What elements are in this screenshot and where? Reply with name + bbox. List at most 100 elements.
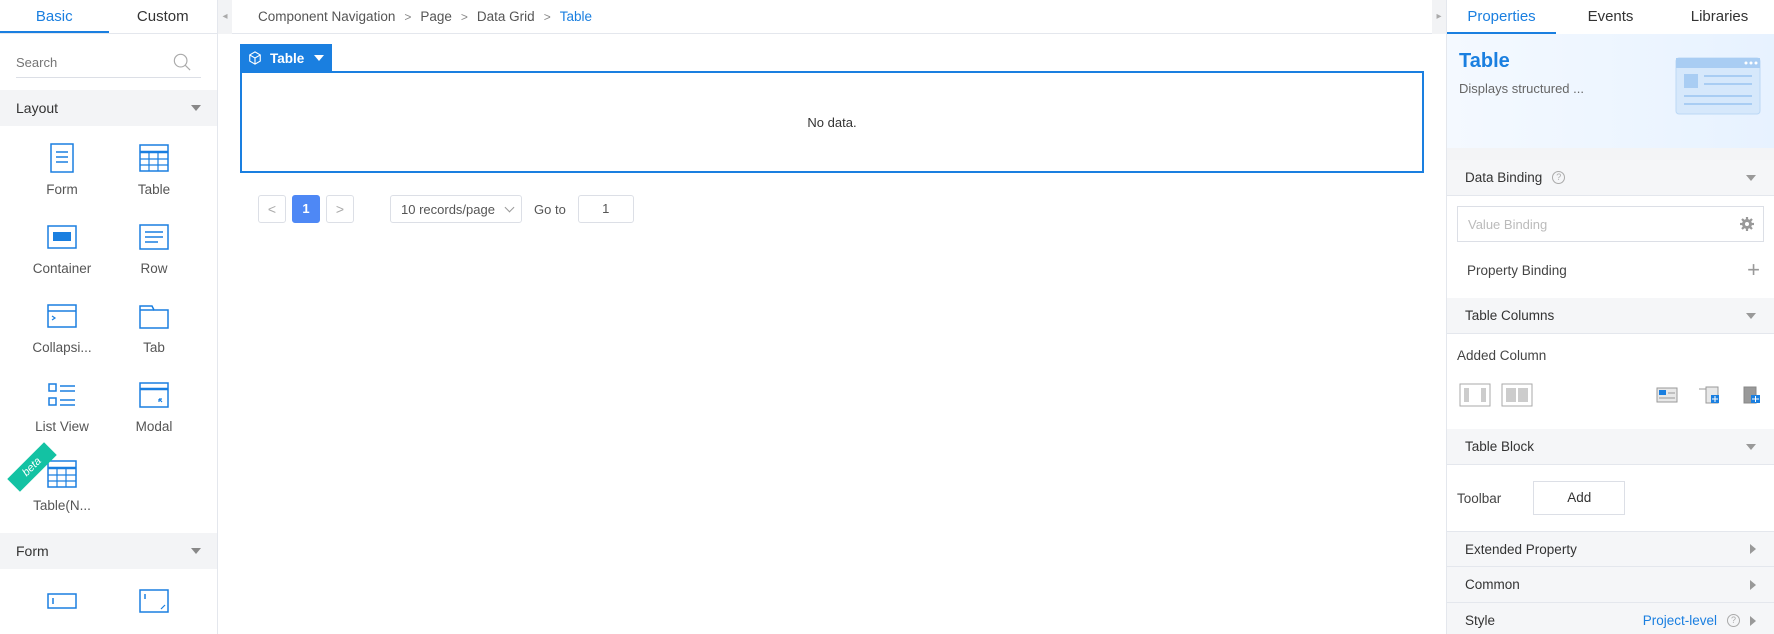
prev-page-button[interactable]: < — [258, 195, 286, 223]
component-form[interactable]: Form — [16, 138, 108, 203]
help-icon[interactable]: ? — [1552, 171, 1566, 184]
modal-icon — [139, 382, 169, 408]
page-size-select[interactable]: 10 records/page — [390, 195, 522, 223]
component-tab[interactable]: Tab — [108, 296, 200, 361]
gear-icon[interactable] — [1739, 216, 1755, 232]
page-button[interactable]: 1 — [292, 195, 320, 223]
component-input[interactable] — [16, 581, 108, 634]
app-root: Basic Custom Layout Form Table — [0, 0, 1774, 634]
component-label: Modal — [135, 419, 173, 434]
breadcrumb-item[interactable]: Component Navigation — [258, 9, 395, 24]
plus-icon[interactable]: + — [1747, 257, 1760, 283]
collapse-left-icon[interactable]: ◂ — [218, 0, 232, 34]
breadcrumb-item[interactable]: Data Grid — [477, 9, 535, 24]
selected-component-tag[interactable]: Table — [240, 44, 333, 72]
container-icon — [47, 225, 77, 249]
search-input[interactable] — [16, 48, 166, 76]
style-level-link[interactable]: Project-level — [1643, 613, 1717, 628]
component-modal[interactable]: Modal — [108, 375, 200, 440]
component-container[interactable]: Container — [16, 217, 108, 282]
component-label: Table(N... — [33, 498, 91, 513]
group-form-header[interactable]: Form — [0, 533, 217, 569]
table-illustration-icon — [1675, 57, 1761, 115]
tab-events[interactable]: Events — [1556, 0, 1665, 34]
table-component[interactable]: No data. — [240, 71, 1424, 173]
component-table[interactable]: Table — [108, 138, 200, 203]
chevron-right-icon: > — [460, 9, 468, 24]
value-binding-field[interactable]: Value Binding — [1457, 206, 1764, 242]
chevron-right-icon — [1750, 615, 1756, 626]
component-label: Table — [137, 182, 171, 197]
component-textarea[interactable] — [108, 581, 200, 634]
tab-custom[interactable]: Custom — [109, 0, 218, 33]
collapse-icon — [47, 304, 77, 328]
empty-text: No data. — [807, 114, 857, 130]
add-column-end-icon[interactable] — [1740, 386, 1762, 404]
section-table-block[interactable]: Table Block — [1447, 429, 1774, 465]
collapse-right-icon[interactable]: ▸ — [1432, 0, 1446, 34]
chevron-down-icon — [1746, 312, 1756, 319]
tab-basic[interactable]: Basic — [0, 0, 109, 33]
toolbar-label: Toolbar — [1457, 490, 1502, 506]
table-icon — [139, 144, 169, 172]
breadcrumb-item[interactable]: Page — [420, 9, 452, 24]
add-column-after-icon[interactable] — [1698, 386, 1720, 404]
page-size-value: 10 records/page — [401, 201, 495, 217]
component-collapse[interactable]: Collapsi... — [16, 296, 108, 361]
left-tabs: Basic Custom — [0, 0, 217, 34]
input-icon — [47, 593, 77, 609]
tab-properties[interactable]: Properties — [1447, 0, 1556, 34]
column-checkbox-icon[interactable] — [1656, 386, 1678, 404]
component-label: Collapsi... — [32, 340, 92, 355]
component-hero: Table Displays structured ... — [1447, 34, 1774, 160]
list-view-icon — [48, 383, 75, 406]
table-icon — [47, 460, 77, 488]
section-data-binding[interactable]: Data Binding ? — [1447, 160, 1774, 196]
selected-tag-label: Table — [270, 50, 305, 66]
property-binding-label: Property Binding — [1467, 262, 1567, 278]
style-value-group: Project-level ? — [1643, 613, 1756, 628]
group-layout-header[interactable]: Layout — [0, 90, 217, 126]
section-title: Table Block — [1465, 439, 1535, 454]
right-tabs: Properties Events Libraries — [1447, 0, 1774, 34]
section-title: Common — [1465, 577, 1520, 592]
section-common[interactable]: Common — [1447, 567, 1774, 603]
component-label: List View — [35, 419, 89, 434]
textarea-icon — [139, 589, 169, 613]
chevron-down-icon[interactable] — [314, 55, 325, 61]
row-icon — [139, 224, 169, 250]
group-form-title: Form — [16, 543, 49, 559]
component-label: Form — [46, 182, 78, 197]
search-icon[interactable] — [173, 53, 191, 71]
tab-libraries[interactable]: Libraries — [1665, 0, 1774, 34]
column-split-icon[interactable] — [1501, 383, 1533, 407]
component-panel: Basic Custom Layout Form Table — [0, 0, 218, 634]
design-canvas: ◂ Component Navigation > Page > Data Gri… — [218, 0, 1446, 634]
section-extended-property[interactable]: Extended Property — [1447, 531, 1774, 567]
component-label: Tab — [143, 340, 165, 355]
chevron-down-icon — [1746, 174, 1756, 181]
next-page-button[interactable]: > — [326, 195, 354, 223]
section-style[interactable]: Style Project-level ? — [1447, 603, 1774, 634]
component-search — [16, 48, 201, 78]
component-row[interactable]: Row — [108, 217, 200, 282]
chevron-right-icon: > — [543, 9, 551, 24]
add-toolbar-button[interactable]: Add — [1533, 481, 1626, 515]
chevron-right-icon: > — [404, 9, 412, 24]
form-component-grid — [0, 569, 217, 634]
properties-panel: Properties Events Libraries Table Displa… — [1446, 0, 1774, 634]
tab-icon — [139, 305, 169, 329]
goto-label: Go to — [534, 201, 566, 217]
column-toolbar — [1447, 363, 1774, 415]
help-icon[interactable]: ? — [1727, 614, 1740, 627]
component-table-new[interactable]: beta Table(N... — [7, 442, 108, 519]
column-layout-icon[interactable] — [1459, 383, 1491, 407]
layout-component-grid: Form Table Container Row Collapsi... Tab — [0, 126, 217, 519]
chevron-down-icon — [1746, 443, 1756, 450]
toolbar-row: Toolbar Add — [1447, 465, 1774, 531]
section-table-columns[interactable]: Table Columns — [1447, 298, 1774, 334]
component-list-view[interactable]: List View — [16, 375, 108, 440]
goto-page-input[interactable]: 1 — [577, 195, 634, 223]
chevron-down-icon — [191, 548, 201, 554]
group-layout-title: Layout — [16, 100, 59, 116]
